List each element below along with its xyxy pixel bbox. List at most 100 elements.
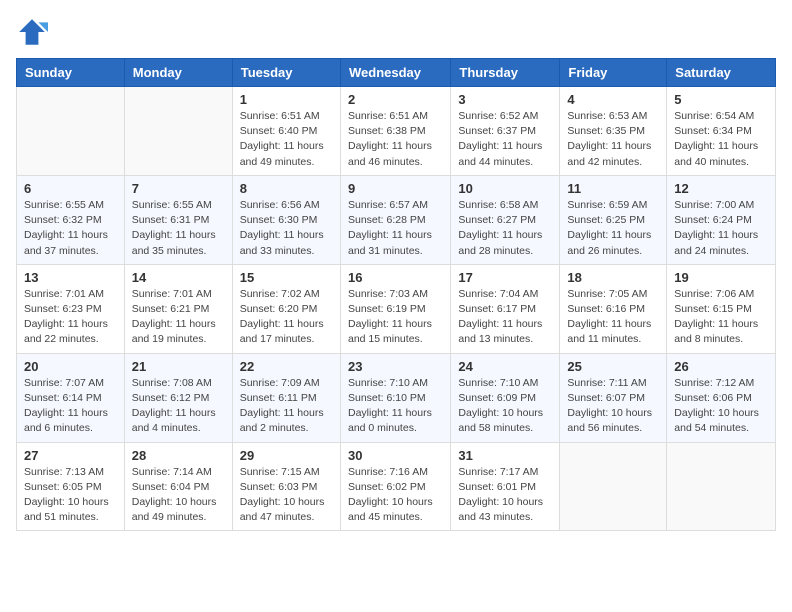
calendar-cell: 26 Sunrise: 7:12 AM Sunset: 6:06 PM Dayli…: [667, 353, 776, 442]
day-info: Sunrise: 7:09 AM Sunset: 6:11 PM Dayligh…: [240, 376, 333, 437]
calendar-cell: 31 Sunrise: 7:17 AM Sunset: 6:01 PM Dayli…: [451, 442, 560, 531]
day-number: 26: [674, 359, 768, 374]
day-info: Sunrise: 7:07 AM Sunset: 6:14 PM Dayligh…: [24, 376, 117, 437]
calendar-cell: 16 Sunrise: 7:03 AM Sunset: 6:19 PM Dayli…: [340, 264, 450, 353]
day-info: Sunrise: 6:58 AM Sunset: 6:27 PM Dayligh…: [458, 198, 552, 259]
calendar-cell: 3 Sunrise: 6:52 AM Sunset: 6:37 PM Daylig…: [451, 87, 560, 176]
day-info: Sunrise: 6:55 AM Sunset: 6:31 PM Dayligh…: [132, 198, 225, 259]
calendar-table: SundayMondayTuesdayWednesdayThursdayFrid…: [16, 58, 776, 531]
day-number: 6: [24, 181, 117, 196]
calendar-cell: 21 Sunrise: 7:08 AM Sunset: 6:12 PM Dayli…: [124, 353, 232, 442]
calendar-cell: [667, 442, 776, 531]
calendar-cell: 24 Sunrise: 7:10 AM Sunset: 6:09 PM Dayli…: [451, 353, 560, 442]
day-number: 9: [348, 181, 443, 196]
calendar-cell: 22 Sunrise: 7:09 AM Sunset: 6:11 PM Dayli…: [232, 353, 340, 442]
calendar-cell: 10 Sunrise: 6:58 AM Sunset: 6:27 PM Dayli…: [451, 175, 560, 264]
calendar-cell: 27Sunrise: 7:13 AM Sunset: 6:05 PM Dayli…: [17, 442, 125, 531]
calendar-week-row: 13 Sunrise: 7:01 AM Sunset: 6:23 PM Dayli…: [17, 264, 776, 353]
day-number: 1: [240, 92, 333, 107]
calendar-cell: [17, 87, 125, 176]
day-number: 5: [674, 92, 768, 107]
day-number: 14: [132, 270, 225, 285]
calendar-cell: 13 Sunrise: 7:01 AM Sunset: 6:23 PM Dayli…: [17, 264, 125, 353]
day-number: 11: [567, 181, 659, 196]
day-info: Sunrise: 7:04 AM Sunset: 6:17 PM Dayligh…: [458, 287, 552, 348]
day-info: Sunrise: 6:59 AM Sunset: 6:25 PM Dayligh…: [567, 198, 659, 259]
day-info: Sunrise: 7:12 AM Sunset: 6:06 PM Dayligh…: [674, 376, 768, 437]
calendar-cell: 2 Sunrise: 6:51 AM Sunset: 6:38 PM Daylig…: [340, 87, 450, 176]
day-info: Sunrise: 7:03 AM Sunset: 6:19 PM Dayligh…: [348, 287, 443, 348]
day-info: Sunrise: 7:01 AM Sunset: 6:23 PM Dayligh…: [24, 287, 117, 348]
day-number: 29: [240, 448, 333, 463]
day-number: 2: [348, 92, 443, 107]
day-number: 28: [132, 448, 225, 463]
weekday-header: Saturday: [667, 59, 776, 87]
calendar-cell: 6 Sunrise: 6:55 AM Sunset: 6:32 PM Daylig…: [17, 175, 125, 264]
day-number: 7: [132, 181, 225, 196]
calendar-cell: 18 Sunrise: 7:05 AM Sunset: 6:16 PM Dayli…: [560, 264, 667, 353]
day-number: 15: [240, 270, 333, 285]
calendar-cell: 8 Sunrise: 6:56 AM Sunset: 6:30 PM Daylig…: [232, 175, 340, 264]
calendar-header: SundayMondayTuesdayWednesdayThursdayFrid…: [17, 59, 776, 87]
calendar-cell: 4 Sunrise: 6:53 AM Sunset: 6:35 PM Daylig…: [560, 87, 667, 176]
calendar-cell: 20 Sunrise: 7:07 AM Sunset: 6:14 PM Dayli…: [17, 353, 125, 442]
day-info: Sunrise: 7:08 AM Sunset: 6:12 PM Dayligh…: [132, 376, 225, 437]
day-info: Sunrise: 7:01 AM Sunset: 6:21 PM Dayligh…: [132, 287, 225, 348]
calendar-cell: 9 Sunrise: 6:57 AM Sunset: 6:28 PM Daylig…: [340, 175, 450, 264]
calendar-week-row: 27Sunrise: 7:13 AM Sunset: 6:05 PM Dayli…: [17, 442, 776, 531]
day-number: 8: [240, 181, 333, 196]
calendar-cell: 19 Sunrise: 7:06 AM Sunset: 6:15 PM Dayli…: [667, 264, 776, 353]
calendar-cell: 15Sunrise: 7:02 AM Sunset: 6:20 PM Dayli…: [232, 264, 340, 353]
day-number: 24: [458, 359, 552, 374]
day-info: Sunrise: 7:11 AM Sunset: 6:07 PM Dayligh…: [567, 376, 659, 437]
day-info: Sunrise: 6:55 AM Sunset: 6:32 PM Dayligh…: [24, 198, 117, 259]
day-info: Sunrise: 7:17 AM Sunset: 6:01 PM Dayligh…: [458, 465, 552, 526]
calendar-cell: 17 Sunrise: 7:04 AM Sunset: 6:17 PM Dayli…: [451, 264, 560, 353]
day-number: 27: [24, 448, 117, 463]
weekday-header: Monday: [124, 59, 232, 87]
day-number: 31: [458, 448, 552, 463]
day-info: Sunrise: 6:57 AM Sunset: 6:28 PM Dayligh…: [348, 198, 443, 259]
day-number: 21: [132, 359, 225, 374]
day-number: 18: [567, 270, 659, 285]
weekday-header: Sunday: [17, 59, 125, 87]
day-number: 17: [458, 270, 552, 285]
day-info: Sunrise: 7:06 AM Sunset: 6:15 PM Dayligh…: [674, 287, 768, 348]
day-info: Sunrise: 7:16 AM Sunset: 6:02 PM Dayligh…: [348, 465, 443, 526]
day-info: Sunrise: 7:10 AM Sunset: 6:09 PM Dayligh…: [458, 376, 552, 437]
calendar-week-row: 20 Sunrise: 7:07 AM Sunset: 6:14 PM Dayli…: [17, 353, 776, 442]
day-info: Sunrise: 6:52 AM Sunset: 6:37 PM Dayligh…: [458, 109, 552, 170]
day-info: Sunrise: 7:05 AM Sunset: 6:16 PM Dayligh…: [567, 287, 659, 348]
calendar-cell: 7 Sunrise: 6:55 AM Sunset: 6:31 PM Daylig…: [124, 175, 232, 264]
calendar-cell: 12 Sunrise: 7:00 AM Sunset: 6:24 PM Dayli…: [667, 175, 776, 264]
weekday-header: Friday: [560, 59, 667, 87]
logo-icon: [16, 16, 48, 48]
weekday-header: Wednesday: [340, 59, 450, 87]
day-number: 25: [567, 359, 659, 374]
day-info: Sunrise: 6:51 AM Sunset: 6:38 PM Dayligh…: [348, 109, 443, 170]
day-number: 10: [458, 181, 552, 196]
weekday-header: Tuesday: [232, 59, 340, 87]
calendar-cell: 5Sunrise: 6:54 AM Sunset: 6:34 PM Daylig…: [667, 87, 776, 176]
weekday-header: Thursday: [451, 59, 560, 87]
calendar-week-row: 1 Sunrise: 6:51 AM Sunset: 6:40 PM Daylig…: [17, 87, 776, 176]
calendar-cell: 11 Sunrise: 6:59 AM Sunset: 6:25 PM Dayli…: [560, 175, 667, 264]
day-info: Sunrise: 6:51 AM Sunset: 6:40 PM Dayligh…: [240, 109, 333, 170]
day-number: 20: [24, 359, 117, 374]
day-number: 12: [674, 181, 768, 196]
calendar-cell: [124, 87, 232, 176]
day-number: 13: [24, 270, 117, 285]
day-info: Sunrise: 7:00 AM Sunset: 6:24 PM Dayligh…: [674, 198, 768, 259]
page-header: [16, 16, 776, 48]
day-info: Sunrise: 7:10 AM Sunset: 6:10 PM Dayligh…: [348, 376, 443, 437]
day-number: 4: [567, 92, 659, 107]
day-info: Sunrise: 6:53 AM Sunset: 6:35 PM Dayligh…: [567, 109, 659, 170]
calendar-cell: 29 Sunrise: 7:15 AM Sunset: 6:03 PM Dayli…: [232, 442, 340, 531]
day-info: Sunrise: 6:56 AM Sunset: 6:30 PM Dayligh…: [240, 198, 333, 259]
day-number: 22: [240, 359, 333, 374]
day-number: 16: [348, 270, 443, 285]
day-info: Sunrise: 7:15 AM Sunset: 6:03 PM Dayligh…: [240, 465, 333, 526]
day-number: 19: [674, 270, 768, 285]
day-number: 3: [458, 92, 552, 107]
calendar-cell: 1 Sunrise: 6:51 AM Sunset: 6:40 PM Daylig…: [232, 87, 340, 176]
